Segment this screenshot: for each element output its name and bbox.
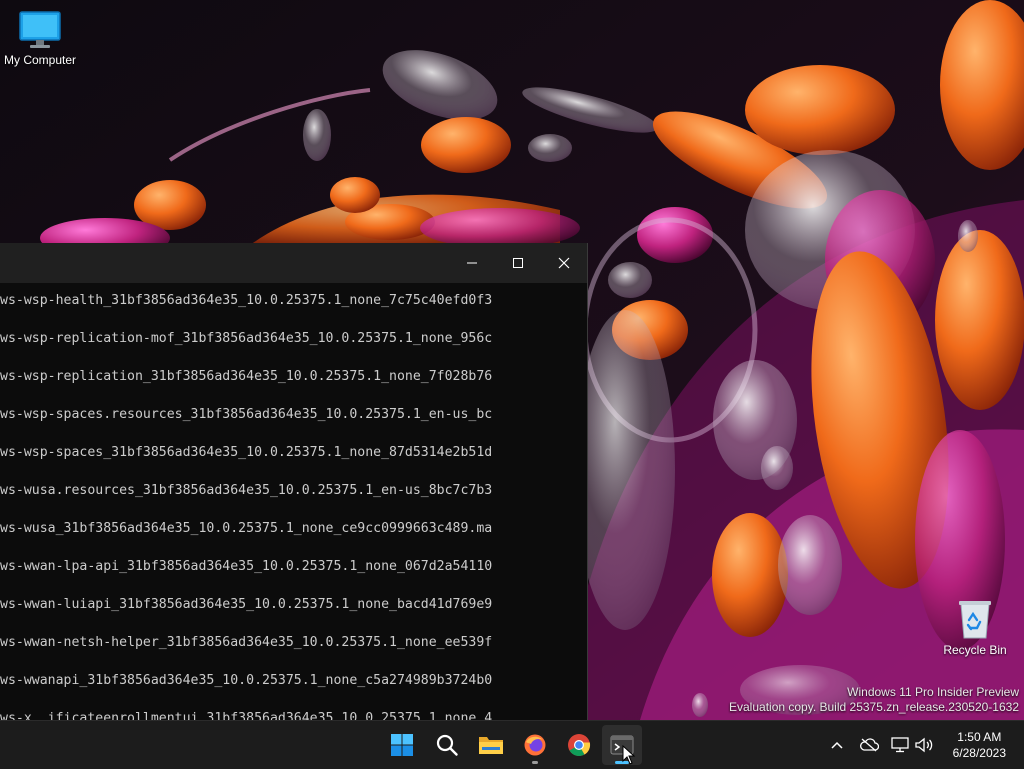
network-icon [891,737,909,753]
desktop-icon-my-computer[interactable]: My Computer [2,10,78,67]
terminal-line: ws-wwanapi_31bf3856ad364e35_10.0.25375.1… [0,673,493,688]
minimize-icon [467,262,477,264]
taskbar: 1:50 AM 6/28/2023 [0,720,1024,769]
search-icon [436,734,458,756]
terminal-line: ws-wwan-lpa-api_31bf3856ad364e35_10.0.25… [0,559,493,574]
terminal-button[interactable] [602,725,642,765]
windows-start-icon [391,734,413,756]
terminal-output[interactable]: ws-wsp-health_31bf3856ad364e35_10.0.2537… [0,283,587,720]
desktop-icon-recycle-bin[interactable]: Recycle Bin [941,598,1009,657]
search-button[interactable] [427,725,467,765]
maximize-icon [513,258,523,268]
terminal-line: ws-wwan-luiapi_31bf3856ad364e35_10.0.253… [0,597,493,612]
chevron-up-icon [831,741,843,749]
terminal-line: ws-x..ificateenrollmentui_31bf3856ad364e… [0,711,493,720]
windows-watermark: Windows 11 Pro Insider Preview Evaluatio… [729,685,1019,715]
taskbar-clock[interactable]: 1:50 AM 6/28/2023 [953,729,1006,761]
watermark-edition: Windows 11 Pro Insider Preview [847,685,1019,699]
volume-icon [915,737,933,753]
terminal-window[interactable]: ws-wsp-health_31bf3856ad364e35_10.0.2537… [0,243,588,720]
show-hidden-icons-button[interactable] [825,733,849,757]
terminal-line: ws-wsp-spaces_31bf3856ad364e35_10.0.2537… [0,445,493,460]
file-explorer-button[interactable] [471,725,511,765]
maximize-button[interactable] [495,243,541,283]
chrome-button[interactable] [559,725,599,765]
computer-icon [19,11,61,48]
terminal-line: ws-wsp-replication_31bf3856ad364e35_10.0… [0,369,493,384]
network-button[interactable] [888,733,912,757]
cloud-offline-icon [860,738,879,752]
firefox-icon [524,734,546,756]
folder-icon [479,737,503,754]
desktop-icon-label: My Computer [3,53,77,67]
terminal-line: ws-wsp-replication-mof_31bf3856ad364e35_… [0,331,493,346]
desktop-icon-label: Recycle Bin [943,643,1007,657]
close-button[interactable] [541,243,587,283]
terminal-line: ws-wusa_31bf3856ad364e35_10.0.25375.1_no… [0,521,493,536]
minimize-button[interactable] [449,243,495,283]
start-button[interactable] [382,725,422,765]
terminal-line: ws-wusa.resources_31bf3856ad364e35_10.0.… [0,483,493,498]
terminal-line: ws-wsp-spaces.resources_31bf3856ad364e35… [0,407,493,422]
clock-time: 1:50 AM [957,730,1002,744]
clock-date: 6/28/2023 [952,746,1006,760]
mouse-cursor-icon [622,745,636,765]
chrome-icon [568,734,591,756]
recycle-bin-icon [959,601,991,639]
terminal-line: ws-wwan-netsh-helper_31bf3856ad364e35_10… [0,635,493,650]
onedrive-button[interactable] [857,733,881,757]
firefox-button[interactable] [515,725,555,765]
volume-button[interactable] [912,733,936,757]
running-indicator [532,761,538,764]
watermark-build: Evaluation copy. Build 25375.zn_release.… [729,700,1019,714]
close-icon [558,257,570,269]
terminal-line: ws-wsp-health_31bf3856ad364e35_10.0.2537… [0,293,493,308]
terminal-titlebar[interactable] [0,243,587,283]
